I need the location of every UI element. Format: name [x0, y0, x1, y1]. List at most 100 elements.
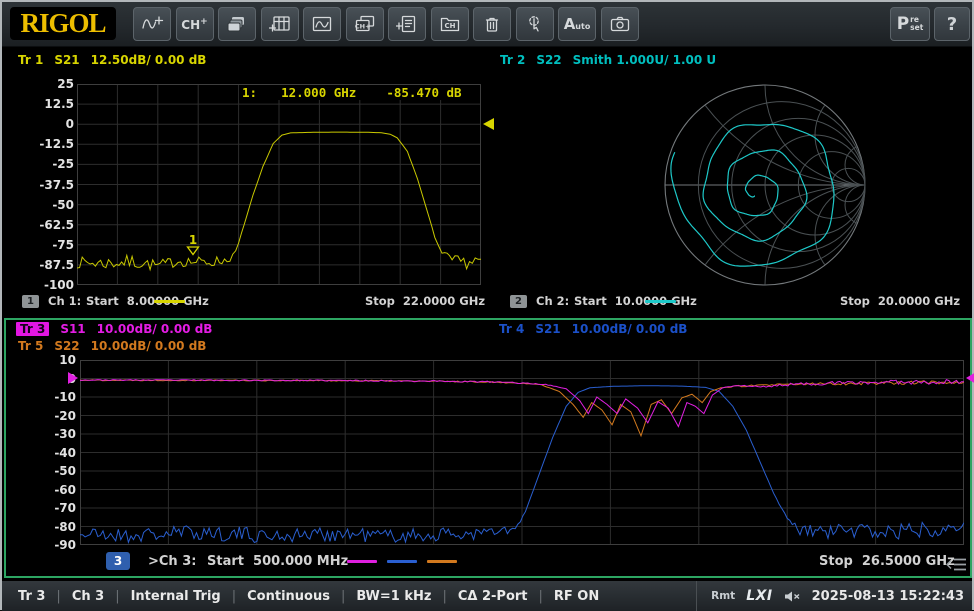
- delete-button[interactable]: [473, 7, 511, 41]
- ch3-label: >Ch 3:: [148, 554, 196, 569]
- ch3-trace3-header[interactable]: Tr 3 S11 10.00dB/ 0.00 dB: [16, 322, 212, 336]
- ch3-stop[interactable]: Stop 26.5000 GHz: [819, 554, 949, 569]
- status-item-bw-1-khz[interactable]: BW=1 kHz: [356, 589, 431, 604]
- ch3-plot[interactable]: [80, 360, 964, 545]
- ch3-s11-color-key: [347, 560, 377, 563]
- trace-s22-smith: [671, 125, 834, 267]
- save-setup-button[interactable]: [388, 7, 426, 41]
- status-item-internal-trig[interactable]: Internal Trig: [131, 589, 221, 604]
- ch1-trace-header[interactable]: Tr 1 S21 12.50dB/ 0.00 dB: [18, 53, 206, 67]
- ch3-s22-color-key: [427, 560, 457, 563]
- smith-chart[interactable]: [652, 77, 878, 293]
- ch1-tick: -87.5: [39, 258, 74, 272]
- add-trace-icon: [140, 13, 164, 35]
- ch3-trace4-param: S21: [535, 322, 560, 336]
- vna-screen: RIGOL CH+CH+CHAuto P re set ? Tr 1 S21 1…: [0, 0, 974, 610]
- lxi-indicator: LXI: [746, 588, 772, 604]
- status-separator: |: [341, 589, 345, 604]
- marker-value: -85.470 dB: [386, 85, 461, 100]
- ch3-tick: -50: [54, 464, 76, 478]
- status-item-rf-on[interactable]: RF ON: [554, 589, 599, 604]
- ch2-stop[interactable]: Stop 20.0000 GHz: [840, 294, 940, 308]
- ch3-tick: -60: [54, 483, 76, 497]
- status-item-tr-3[interactable]: Tr 3: [18, 589, 45, 604]
- add-trace-window-button[interactable]: [303, 7, 341, 41]
- meas-setup-table-button[interactable]: [261, 7, 299, 41]
- ch1-badge[interactable]: 1: [22, 295, 39, 308]
- ch2-badge[interactable]: 2: [510, 295, 527, 308]
- ch3-tick: -30: [54, 427, 76, 441]
- ch1-y-axis: 2512.50-12.5-25-37.5-50-62.5-75-87.5-100: [20, 84, 74, 285]
- status-separator: |: [442, 589, 446, 604]
- add-trace-button[interactable]: [133, 7, 171, 41]
- ch1-tick: -12.5: [39, 137, 74, 151]
- ch1-tick: 25: [57, 77, 74, 91]
- touch-button[interactable]: [516, 7, 554, 41]
- ch3-trace4-header[interactable]: Tr 4 S21 10.00dB/ 0.00 dB: [499, 322, 687, 336]
- ch1-trace-scale: 12.50dB/ 0.00 dB: [91, 53, 207, 67]
- auto-scale-button[interactable]: Auto: [558, 7, 596, 41]
- ch3-active-trace-chip[interactable]: Tr 3: [16, 322, 49, 336]
- ch1-trace-param: S21: [54, 53, 79, 67]
- preset-label-main: P: [897, 14, 909, 34]
- recall-channel-icon: CH: [439, 14, 461, 34]
- remote-indicator: Rmt: [711, 590, 735, 602]
- ch1-tick: 0: [66, 117, 74, 131]
- status-separator: |: [232, 589, 236, 604]
- ch2-label: Ch 2:: [536, 294, 569, 308]
- marker-triangle-icon: [186, 246, 200, 256]
- datetime: 2025-08-13 15:22:43: [812, 589, 964, 604]
- svg-text:CH+: CH+: [354, 22, 370, 30]
- toolbar: RIGOL CH+CH+CHAuto P re set ?: [2, 2, 972, 47]
- ch1-trace-color-key: [154, 300, 185, 303]
- status-item-ch-3[interactable]: Ch 3: [72, 589, 104, 604]
- screenshot-button[interactable]: [601, 7, 639, 41]
- ch3-tick: -40: [54, 446, 76, 460]
- ch3-tick: -20: [54, 409, 76, 423]
- ch3-start[interactable]: Start 500.000 MHz: [207, 554, 348, 569]
- display-layout-button[interactable]: [218, 7, 256, 41]
- ch1-marker-readout: 1: 12.000 GHz -85.470 dB: [239, 85, 465, 100]
- ch2-trace-header[interactable]: Tr 2 S22 Smith 1.000U/ 1.00 U: [500, 53, 716, 67]
- ch3-tick: -90: [54, 538, 76, 552]
- ch3-trace3-scale: 10.00dB/ 0.00 dB: [97, 322, 213, 336]
- meas-setup-table-icon: [269, 14, 291, 34]
- add-channel-button[interactable]: CH+: [176, 7, 214, 41]
- ch1-label: Ch 1:: [48, 294, 81, 308]
- ch3-tick: -80: [54, 520, 76, 534]
- ch1-start[interactable]: Start 8.00000 GHz: [86, 294, 209, 308]
- smith-grid-circle: [815, 85, 878, 185]
- screenshot-icon: [609, 14, 631, 34]
- menu-collapse-icon[interactable]: [946, 557, 968, 572]
- ch2-start[interactable]: Start 10.0000 GHz: [574, 294, 697, 308]
- marker-freq: 12.000 GHz: [281, 85, 356, 100]
- auto-scale-icon: Auto: [564, 17, 591, 32]
- ch3-trace4-label: Tr 4: [499, 322, 524, 336]
- ch1-plot[interactable]: [77, 84, 481, 285]
- ch3-badge[interactable]: 3: [106, 552, 130, 570]
- add-channel-window-button[interactable]: CH+: [346, 7, 384, 41]
- ch3-trace5-header[interactable]: Tr 5 S22 10.00dB/ 0.00 dB: [18, 339, 206, 353]
- ch1-trace-label: Tr 1: [18, 53, 43, 67]
- ch1-tick: -37.5: [39, 178, 74, 192]
- status-item-continuous[interactable]: Continuous: [247, 589, 330, 604]
- recall-channel-button[interactable]: CH: [431, 7, 469, 41]
- ch3-tick: -70: [54, 501, 76, 515]
- status-item-c-2-port[interactable]: CΔ 2-Port: [458, 589, 528, 604]
- ch3-reference-marker-left-icon: [68, 372, 78, 384]
- save-setup-icon: [396, 14, 418, 34]
- status-items: Tr 3 | Ch 3 | Internal Trig | Continuous | BW=1 …: [2, 589, 599, 604]
- smith-grid-circle: [815, 185, 878, 285]
- ch3-y-axis: 100-10-20-30-40-50-60-70-80-90: [22, 360, 76, 545]
- mute-speaker-icon[interactable]: [784, 590, 801, 603]
- ch2-trace-param: S22: [536, 53, 561, 67]
- ch1-tick: -100: [44, 278, 74, 292]
- status-separator: |: [115, 589, 119, 604]
- ch3-tick: -10: [54, 390, 76, 404]
- help-button[interactable]: ?: [934, 7, 970, 41]
- preset-button[interactable]: P re set: [890, 7, 930, 41]
- ch3-s21-color-key: [387, 560, 417, 563]
- ch2-trace-scale: Smith 1.000U/ 1.00 U: [573, 53, 717, 67]
- ch3-trace3-param: S11: [60, 322, 85, 336]
- ch1-stop[interactable]: Stop 22.0000 GHz: [365, 294, 465, 308]
